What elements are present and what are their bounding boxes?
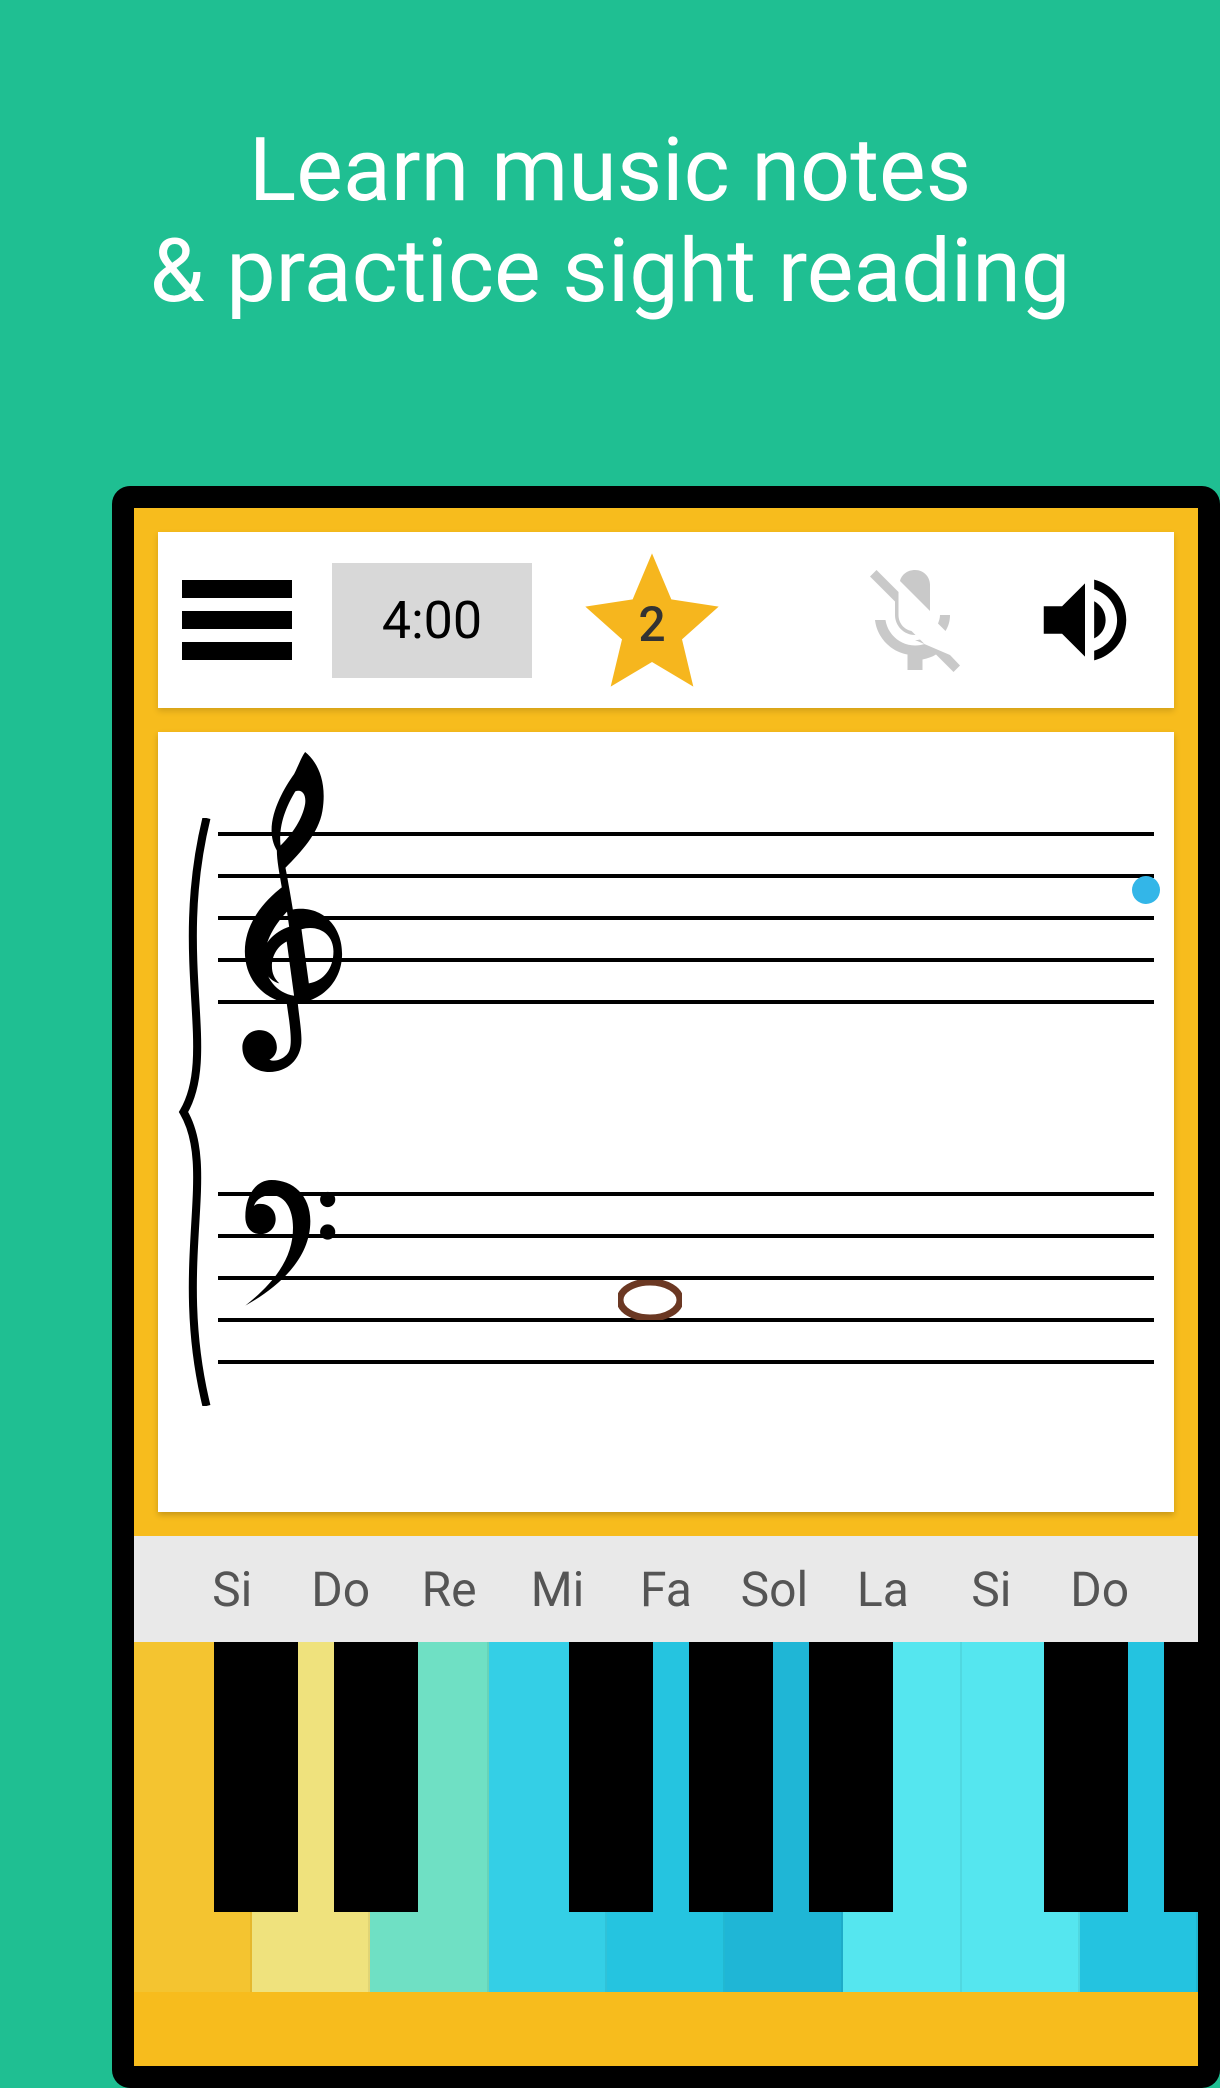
toolbar: 4:00 2 [158,532,1174,708]
black-key[interactable] [1044,1642,1128,1912]
star-count: 2 [638,596,665,653]
phone-frame: 4:00 2 [112,486,1220,2088]
headline-line1: Learn music notes [0,120,1220,221]
staff-card [158,732,1174,1512]
note-label: Sol [720,1561,828,1618]
score-star[interactable]: 2 [572,540,732,700]
note-label: Do [286,1561,394,1618]
note-label: Fa [612,1561,720,1618]
progress-indicator [1132,876,1160,904]
note-label: Si [937,1561,1045,1618]
timer-display[interactable]: 4:00 [332,563,532,678]
black-key[interactable] [569,1642,653,1912]
bass-staff [218,1192,1154,1364]
mic-toggle[interactable] [850,555,980,685]
grand-staff [178,772,1154,1472]
black-key[interactable] [809,1642,893,1912]
note-label: Do [1046,1561,1154,1618]
note-label: La [829,1561,937,1618]
note-label: Re [395,1561,503,1618]
black-key[interactable] [1164,1642,1220,1912]
promo-headline: Learn music notes & practice sight readi… [0,0,1220,322]
piano-keyboard [134,1642,1198,1992]
app-screen: 4:00 2 [134,508,1198,2066]
staff-brace-icon [172,818,218,1406]
bass-clef-icon [238,1180,348,1310]
volume-icon [1030,565,1140,675]
note-label: Si [178,1561,286,1618]
black-key[interactable] [214,1642,298,1912]
sound-toggle[interactable] [1020,555,1150,685]
headline-line2: & practice sight reading [0,221,1220,322]
black-key[interactable] [689,1642,773,1912]
note-label: Mi [503,1561,611,1618]
black-key[interactable] [334,1642,418,1912]
treble-clef-icon [234,752,364,1072]
menu-icon[interactable] [182,580,292,660]
note-name-strip: Si Do Re Mi Fa Sol La Si Do [134,1536,1198,1642]
timer-value: 4:00 [382,590,482,651]
mic-off-icon [855,560,975,680]
current-note [618,1280,682,1320]
